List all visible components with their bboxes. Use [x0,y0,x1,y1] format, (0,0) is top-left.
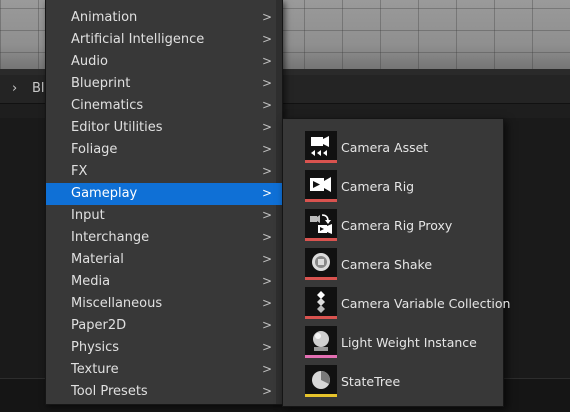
menu-item-gameplay[interactable]: Gameplay > [46,183,282,205]
menu-item-label: Cinematics [71,98,144,113]
chevron-right-icon: > [262,142,273,156]
chevron-right-icon: > [262,32,273,46]
submenu-item-label: StateTree [341,374,401,389]
menu-item-label: Interchange [71,230,150,245]
submenu-item-label: Camera Variable Collection [341,296,511,311]
asset-type-bar [305,199,337,202]
submenu-item-statetree[interactable]: StateTree [283,362,503,401]
asset-category-menu: Animation > Artificial Intelligence > Au… [45,0,283,405]
submenu-item-light-weight-instance[interactable]: Light Weight Instance [283,323,503,362]
asset-type-bar [305,316,337,319]
gameplay-submenu: Camera Asset Camera Rig Camera Rig Proxy… [282,118,510,407]
state-tree-icon [305,365,337,397]
chevron-right-icon: > [262,318,273,332]
submenu-item-label: Light Weight Instance [341,335,477,350]
chevron-right-icon[interactable]: › [12,81,17,96]
menu-item-audio[interactable]: Audio > [46,51,282,73]
camera-rig-icon [305,170,337,202]
submenu-item-label: Camera Shake [341,257,433,272]
menu-item-label: Editor Utilities [71,120,163,135]
menu-item-fx[interactable]: FX > [46,161,282,183]
submenu-item-label: Camera Rig Proxy [341,218,453,233]
menu-item-cinematics[interactable]: Cinematics > [46,95,282,117]
menu-item-animation[interactable]: Animation > [46,7,282,29]
submenu-item-camera-rig[interactable]: Camera Rig [283,167,503,206]
chevron-right-icon: > [262,164,273,178]
camera-asset-icon [305,131,337,163]
chevron-right-icon: > [262,120,273,134]
menu-item-artificial-intelligence[interactable]: Artificial Intelligence > [46,29,282,51]
submenu-item-label: Camera Rig [341,179,415,194]
menu-item-input[interactable]: Input > [46,205,282,227]
menu-item-label: Media [71,274,111,289]
menu-item-blueprint[interactable]: Blueprint > [46,73,282,95]
menu-item-label: Tool Presets [71,384,148,399]
submenu-item-camera-variable-collection[interactable]: Camera Variable Collection [283,284,510,323]
chevron-right-icon: > [262,362,273,376]
asset-type-bar [305,394,337,397]
chevron-right-icon: > [262,230,273,244]
chevron-right-icon: > [262,252,273,266]
chevron-right-icon: > [262,54,273,68]
asset-type-bar [305,277,337,280]
asset-type-bar [305,238,337,241]
menu-item-tool-presets[interactable]: Tool Presets > [46,381,282,403]
menu-item-label: Blueprint [71,76,131,91]
menu-item-label: Foliage [71,142,118,157]
menu-item-interchange[interactable]: Interchange > [46,227,282,249]
chevron-right-icon: > [262,186,273,200]
menu-item-paper2d[interactable]: Paper2D > [46,315,282,337]
menu-item-editor-utilities[interactable]: Editor Utilities > [46,117,282,139]
asset-type-bar [305,355,337,358]
submenu-item-label: Camera Asset [341,140,429,155]
menu-item-label: Artificial Intelligence [71,32,205,47]
menu-item-label: Miscellaneous [71,296,163,311]
menu-item-label: Material [71,252,124,267]
light-weight-instance-icon [305,326,337,358]
menu-item-foliage[interactable]: Foliage > [46,139,282,161]
menu-item-material[interactable]: Material > [46,249,282,271]
camera-rig-proxy-icon [305,209,337,241]
chevron-right-icon: > [262,296,273,310]
chevron-right-icon: > [262,208,273,222]
chevron-right-icon: > [262,98,273,112]
submenu-item-camera-asset[interactable]: Camera Asset [283,128,503,167]
menu-item-label: Texture [71,362,119,377]
camera-shake-icon [305,248,337,280]
menu-item-label: Physics [71,340,120,355]
menu-item-label: Animation [71,10,138,25]
menu-item-texture[interactable]: Texture > [46,359,282,381]
menu-item-media[interactable]: Media > [46,271,282,293]
chevron-right-icon: > [262,76,273,90]
menu-item-label: Audio [71,54,108,69]
submenu-item-camera-rig-proxy[interactable]: Camera Rig Proxy [283,206,503,245]
menu-item-label: FX [71,164,88,179]
chevron-right-icon: > [262,340,273,354]
menu-item-label: Input [71,208,105,223]
menu-item-physics[interactable]: Physics > [46,337,282,359]
asset-type-bar [305,160,337,163]
submenu-item-camera-shake[interactable]: Camera Shake [283,245,503,284]
menu-item-label: Paper2D [71,318,127,333]
menu-item-label: Gameplay [71,186,138,201]
chevron-right-icon: > [262,384,273,398]
breadcrumb[interactable]: Bl [32,81,45,96]
camera-variable-collection-icon [305,287,337,319]
chevron-right-icon: > [262,10,273,24]
chevron-right-icon: > [262,274,273,288]
menu-item-miscellaneous[interactable]: Miscellaneous > [46,293,282,315]
